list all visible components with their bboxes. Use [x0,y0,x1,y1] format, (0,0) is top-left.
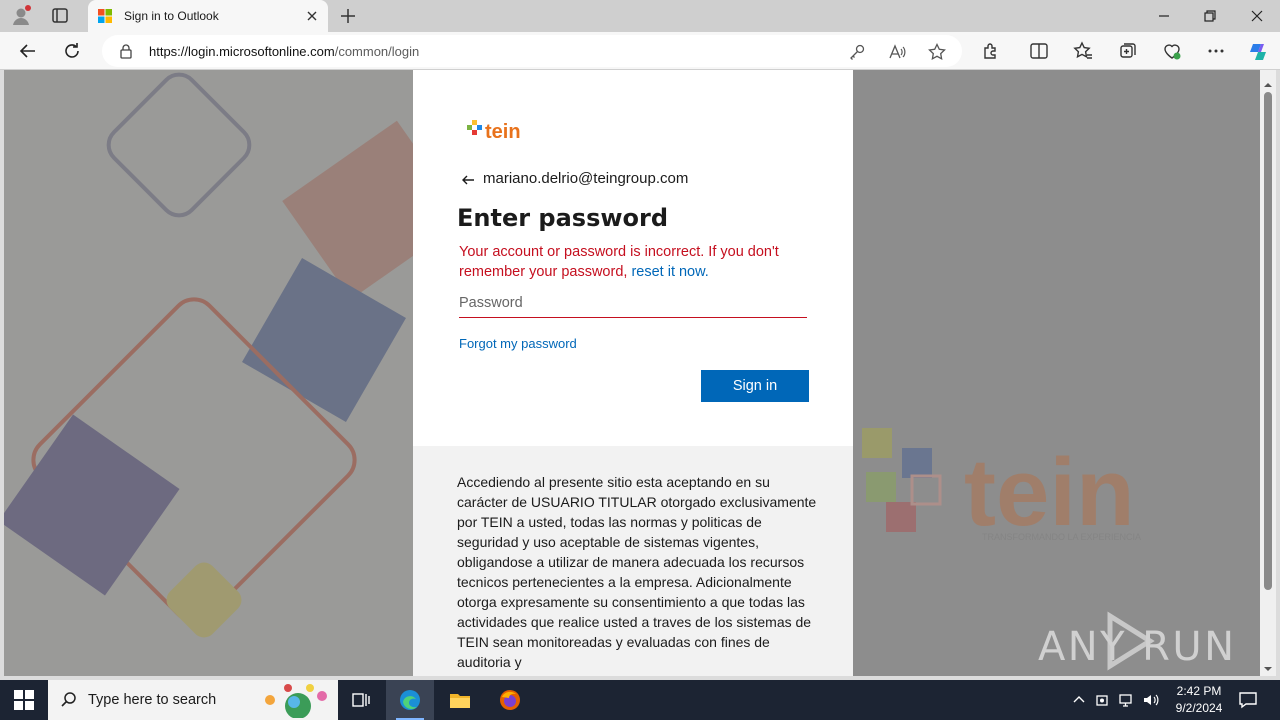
tab-actions-icon[interactable] [50,7,70,25]
extensions-icon[interactable] [981,41,1001,61]
password-input[interactable] [459,288,807,318]
url-text[interactable]: https://login.microsoftonline.com/common… [149,44,419,59]
login-card: tein mariano.delrio@teingroup.com Enter … [413,70,853,446]
network-icon[interactable] [1118,691,1136,709]
meet-now-icon[interactable] [1094,691,1112,709]
browser-essentials-icon[interactable] [1162,41,1182,61]
legal-notice-text: Accediendo al presente sitio esta acepta… [457,474,817,670]
scroll-down-icon[interactable] [1264,660,1272,671]
url-host: https://login.microsoftonline.com [149,44,335,59]
logo-wordmark: tein [485,121,521,143]
page-viewport: tein TRANSFORMANDO LA EXPERIENCIA tein m… [4,70,1260,676]
search-highlight-icon [260,682,336,719]
legal-notice-panel: Accediendo al presente sitio esta acepta… [413,446,853,676]
reset-password-link[interactable]: reset it now. [631,264,708,280]
taskbar-search-box[interactable]: Type here to search [48,680,338,720]
anyrun-watermark: ANY RUN [1038,608,1234,674]
windows-taskbar: Type here to search 2:42 PM 9/2/2024 [0,680,1280,720]
volume-icon[interactable] [1142,691,1160,709]
favorites-icon[interactable] [1073,41,1093,61]
search-placeholder: Type here to search [88,692,217,708]
firefox-icon[interactable] [486,680,534,720]
forgot-password-link[interactable]: Forgot my password [459,336,577,351]
clock-date: 9/2/2024 [1175,701,1223,715]
file-explorer-icon[interactable] [436,680,484,720]
back-arrow-icon[interactable] [460,172,476,188]
notification-center-icon[interactable] [1238,690,1258,710]
tab-title: Sign in to Outlook [124,9,219,23]
profile-icon[interactable] [10,5,32,27]
more-options-icon[interactable] [1206,41,1226,61]
edge-taskbar-icon[interactable] [386,680,434,720]
url-path: /common/login [334,44,420,59]
close-tab-icon[interactable] [304,8,320,24]
split-screen-icon[interactable] [1029,41,1049,61]
search-icon [60,691,78,709]
active-tab[interactable]: Sign in to Outlook [88,0,328,32]
close-window-button[interactable] [1247,6,1267,26]
windows-start-icon[interactable] [14,690,34,710]
clock-time: 2:42 PM [1176,684,1222,698]
account-identity[interactable]: mariano.delrio@teingroup.com [483,170,688,187]
copilot-icon[interactable] [1247,41,1267,61]
address-bar[interactable]: https://login.microsoftonline.com/common… [102,35,962,67]
error-message: Your account or password is incorrect. I… [459,242,819,282]
system-clock[interactable]: 2:42 PM 9/2/2024 [1164,683,1234,717]
scrollbar-thumb[interactable] [1264,92,1272,590]
new-tab-button[interactable] [338,6,358,26]
refresh-button[interactable] [62,41,82,61]
show-hidden-icons-icon[interactable] [1070,691,1088,709]
minimize-button[interactable] [1154,6,1174,26]
watermark-text: ANY RUN [1038,624,1234,670]
page-scrollbar[interactable] [1260,70,1276,676]
key-icon[interactable] [848,43,866,61]
sign-in-button[interactable]: Sign in [701,370,809,402]
back-button[interactable] [18,41,38,61]
tein-logo: tein [465,118,535,146]
microsoft-logo-icon [98,9,112,23]
task-view-icon[interactable] [336,680,384,720]
restore-button[interactable] [1200,6,1220,26]
background-tagline: TRANSFORMANDO LA EXPERIENCIA [982,532,1141,542]
browser-tab-strip: Sign in to Outlook [0,0,1280,32]
scroll-up-icon[interactable] [1264,76,1272,87]
background-brand-text: tein [964,439,1135,546]
browser-toolbar: https://login.microsoftonline.com/common… [0,32,1280,70]
collections-icon[interactable] [1118,41,1138,61]
lock-icon[interactable] [118,43,134,59]
page-title: Enter password [457,204,669,232]
favorite-star-icon[interactable] [928,42,946,61]
read-aloud-icon[interactable] [888,43,906,61]
error-text: Your account or password is incorrect. I… [459,244,779,280]
